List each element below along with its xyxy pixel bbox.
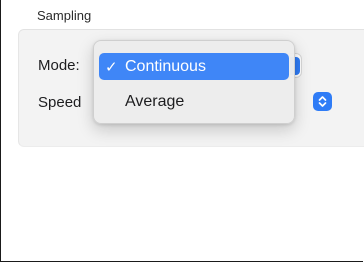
menu-item-continuous[interactable]: ✓ Continuous <box>99 53 289 80</box>
speed-label: Speed <box>38 94 82 111</box>
checkmark-icon: ✓ <box>105 58 118 76</box>
mode-dropdown-menu: ✓ Continuous Average <box>93 40 295 124</box>
menu-item-label: Continuous <box>125 57 206 75</box>
speed-popup-button[interactable] <box>313 92 332 111</box>
up-down-chevron-icon <box>318 96 327 107</box>
menu-item-label: Average <box>125 92 185 110</box>
sampling-group-title: Sampling <box>37 8 92 23</box>
menu-item-average[interactable]: Average <box>99 88 289 115</box>
mode-label: Mode: <box>38 57 80 74</box>
